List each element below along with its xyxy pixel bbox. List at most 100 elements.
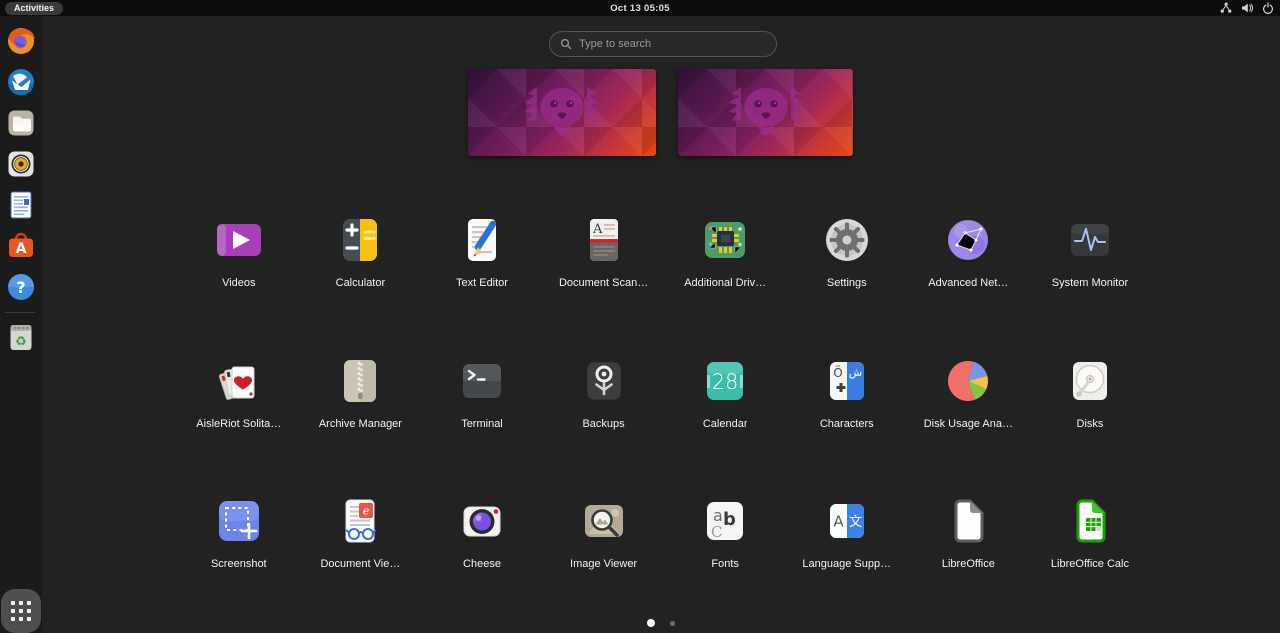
libreoffice-icon: [943, 496, 993, 546]
app-archive-manager[interactable]: Archive Manager: [300, 349, 422, 490]
additional-drivers-icon: [700, 215, 750, 265]
app-label: Calendar: [703, 418, 748, 430]
app-label: Fonts: [711, 558, 739, 570]
app-text-editor[interactable]: Text Editor: [421, 208, 543, 349]
app-label: Document Scan…: [559, 277, 648, 289]
network-icon: [1220, 2, 1232, 14]
app-additional-driv[interactable]: Additional Driv…: [664, 208, 786, 349]
app-advanced-net[interactable]: Advanced Net…: [908, 208, 1030, 349]
dock-item-ubuntu-software[interactable]: A: [5, 230, 37, 262]
trash-icon: ♻: [5, 321, 37, 353]
dock-item-trash[interactable]: ♻: [5, 321, 37, 353]
svg-text:C: C: [711, 523, 722, 541]
svg-text:文: 文: [849, 515, 862, 530]
app-disk-usage-ana[interactable]: Disk Usage Ana…: [908, 349, 1030, 490]
ubuntu-software-icon: A: [5, 230, 37, 262]
calculator-icon: [335, 215, 385, 265]
dock-item-firefox[interactable]: [5, 25, 37, 57]
app-videos[interactable]: Videos: [178, 208, 300, 349]
app-aisleriot-solita[interactable]: AisleRiot Solita…: [178, 349, 300, 490]
characters-icon: Öش: [822, 356, 872, 406]
app-cheese[interactable]: Cheese: [421, 489, 543, 630]
app-document-scan[interactable]: A Document Scan…: [543, 208, 665, 349]
app-language-supp[interactable]: A文Language Supp…: [786, 489, 908, 630]
search-bar[interactable]: [549, 31, 777, 57]
dock-item-thunderbird[interactable]: [5, 66, 37, 98]
app-fonts[interactable]: abCFonts: [664, 489, 786, 630]
app-calendar[interactable]: 28 Calendar: [664, 349, 786, 490]
files-icon: [5, 107, 37, 139]
indri-mascot-graphic: [489, 72, 636, 152]
app-label: Characters: [820, 418, 874, 430]
disks-icon: [1065, 356, 1115, 406]
dock-favorites: A? ♻: [5, 25, 37, 362]
search-input[interactable]: [579, 38, 766, 50]
app-label: Videos: [222, 277, 255, 289]
app-backups[interactable]: Backups: [543, 349, 665, 490]
app-document-vie[interactable]: e Document Vie…: [300, 489, 422, 630]
page-dot-1[interactable]: [647, 619, 655, 627]
app-calculator[interactable]: Calculator: [300, 208, 422, 349]
app-label: Cheese: [463, 558, 501, 570]
app-label: Archive Manager: [319, 418, 402, 430]
app-label: LibreOffice Calc: [1051, 558, 1129, 570]
document-viewer-icon: e: [335, 496, 385, 546]
rhythmbox-icon: [5, 148, 37, 180]
clock[interactable]: Oct 13 05:05: [610, 3, 670, 14]
app-image-viewer[interactable]: Image Viewer: [543, 489, 665, 630]
svg-text:28: 28: [712, 370, 739, 394]
svg-text:?: ?: [16, 278, 25, 297]
system-status-area[interactable]: [1220, 0, 1274, 16]
libreoffice-calc-icon: [1065, 496, 1115, 546]
dock-separator: [5, 312, 35, 313]
app-screenshot[interactable]: Screenshot: [178, 489, 300, 630]
app-label: Backups: [582, 418, 624, 430]
app-system-monitor[interactable]: System Monitor: [1029, 208, 1151, 349]
svg-text:e: e: [363, 505, 370, 518]
app-settings[interactable]: Settings: [786, 208, 908, 349]
advanced-network-icon: [943, 215, 993, 265]
app-disks[interactable]: Disks: [1029, 349, 1151, 490]
settings-icon: [822, 215, 872, 265]
aisleriot-icon: [214, 356, 264, 406]
videos-icon: [214, 215, 264, 265]
app-label: Calculator: [336, 277, 386, 289]
svg-text:Ö: Ö: [833, 364, 842, 380]
application-grid: Videos Calculator Text Editor A Document Sca…: [178, 208, 1151, 630]
screenshot-icon: [214, 496, 264, 546]
workspace-thumbnail-1[interactable]: [468, 69, 656, 156]
help-icon: ?: [5, 271, 37, 303]
text-editor-icon: [457, 215, 507, 265]
workspace-thumbnail-2[interactable]: [678, 69, 853, 156]
dock-item-libreoffice-writer[interactable]: [5, 189, 37, 221]
activities-overview: Videos Calculator Text Editor A Document Sca…: [42, 16, 1280, 633]
dock-item-rhythmbox[interactable]: [5, 148, 37, 180]
app-label: Advanced Net…: [928, 277, 1008, 289]
backups-icon: [579, 356, 629, 406]
app-label: Disks: [1077, 418, 1104, 430]
app-label: Additional Driv…: [684, 277, 766, 289]
dock: A? ♻: [0, 16, 42, 633]
document-scanner-icon: A: [579, 215, 629, 265]
svg-text:b: b: [723, 509, 736, 530]
search-icon: [560, 38, 572, 50]
calendar-icon: 28: [700, 356, 750, 406]
app-label: Screenshot: [211, 558, 267, 570]
app-label: Disk Usage Ana…: [924, 418, 1013, 430]
show-applications-button[interactable]: [1, 589, 41, 633]
indri-mascot-graphic: [697, 72, 834, 152]
app-libreoffice[interactable]: LibreOffice: [908, 489, 1030, 630]
app-characters[interactable]: Öش Characters: [786, 349, 908, 490]
app-libreoffice-calc[interactable]: LibreOffice Calc: [1029, 489, 1151, 630]
page-dot-2[interactable]: [670, 621, 675, 626]
app-label: System Monitor: [1052, 277, 1128, 289]
app-label: LibreOffice: [942, 558, 995, 570]
app-label: Image Viewer: [570, 558, 637, 570]
app-terminal[interactable]: Terminal: [421, 349, 543, 490]
libreoffice-writer-icon: [5, 189, 37, 221]
dock-item-files[interactable]: [5, 107, 37, 139]
dock-item-help[interactable]: ?: [5, 271, 37, 303]
activities-button[interactable]: Activities: [5, 2, 63, 15]
app-label: Document Vie…: [320, 558, 400, 570]
svg-text:ش: ش: [849, 366, 862, 379]
